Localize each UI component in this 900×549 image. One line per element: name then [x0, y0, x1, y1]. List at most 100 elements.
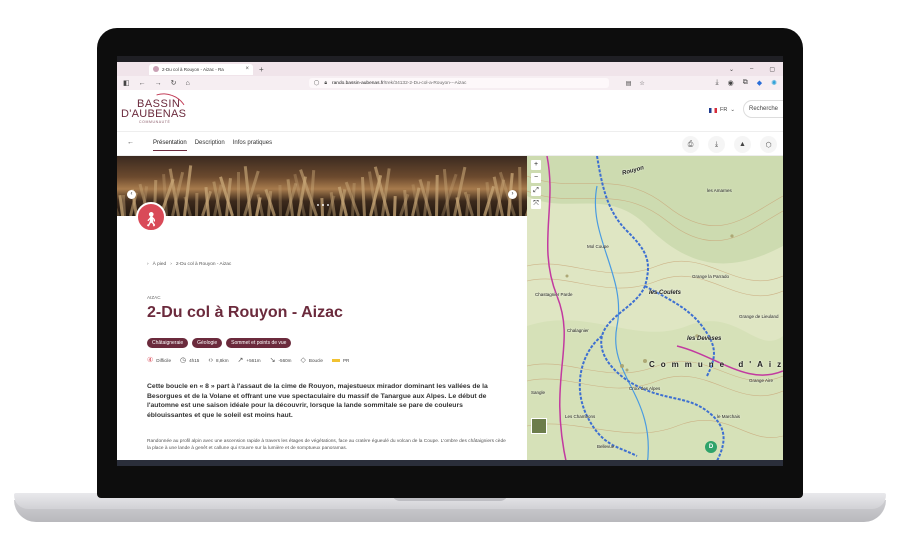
zoom-in-icon[interactable]: +	[531, 160, 541, 170]
download-icon[interactable]: ⤓	[708, 136, 725, 153]
stat-ascent: ↗ +561m	[237, 357, 261, 364]
shield-icon: ◯	[313, 80, 320, 86]
map-label-col-coupe: Mol Coupe	[587, 244, 609, 249]
language-label: FR	[720, 107, 728, 113]
laptop-screen: 2-Du col à Rouyon - Aizac - Ra × + ⌄ – ▢…	[117, 56, 783, 466]
hero-grass	[477, 188, 480, 216]
trek-map[interactable]: + − ⤢ ⤧ Rouyon les Amarnes Mol Coupe Cha…	[527, 156, 783, 466]
loop-icon: ◇	[300, 357, 306, 364]
os-taskbar	[117, 460, 783, 466]
logo-text-aubenas: D'AUBENAS	[121, 108, 187, 120]
map-label-chastagnier: Chastagnier Parde	[535, 292, 573, 297]
tab-close-icon[interactable]: ×	[245, 66, 249, 72]
hero-grass	[195, 192, 199, 216]
marking-icon	[331, 358, 340, 362]
tab-title: 2-Du col à Rouyon - Aizac - Ra	[162, 66, 224, 72]
map-start-marker[interactable]: D	[705, 441, 717, 453]
hero-grass	[435, 174, 439, 216]
browser-toolbar: ◧ ← → ↻ ⌂ ◯ 🔒︎ rando.bassin-aubenas.fr/t…	[117, 76, 783, 90]
reload-icon[interactable]: ↻	[171, 79, 177, 87]
map-label-deveses: les Devèses	[687, 336, 722, 342]
back-icon[interactable]: ←	[139, 80, 146, 87]
zoom-out-icon[interactable]: −	[531, 173, 541, 183]
map-label-bellevue: Bellevue	[597, 444, 615, 449]
logo-text-communaute: COMMUNAUTÉ	[139, 120, 171, 124]
ascent-icon: ↗	[237, 357, 244, 364]
breadcrumb-home[interactable]: À pied	[153, 262, 167, 267]
forward-icon[interactable]: →	[155, 80, 162, 87]
back-arrow-icon[interactable]: ←	[127, 139, 134, 146]
hero-grass	[518, 166, 522, 216]
reader-icon[interactable]: ▤	[626, 80, 632, 87]
browser-tab[interactable]: 2-Du col à Rouyon - Aizac - Ra ×	[149, 63, 253, 75]
stat-marking: PR	[331, 358, 349, 363]
site-logo[interactable]: BASSIN D'AUBENAS COMMUNAUTÉ	[121, 88, 191, 130]
breadcrumb: › À pied › 2-Du col à Rouyon - Aizac	[147, 262, 232, 267]
map-label-grange-aire: Grange Aire	[749, 378, 774, 383]
tab-description[interactable]: Description	[195, 140, 225, 151]
map-label-coulets: les Coulets	[649, 290, 682, 296]
fullscreen-icon[interactable]: ⤢	[531, 186, 541, 196]
address-bar[interactable]: ◯ 🔒︎ rando.bassin-aubenas.fr/trek/34132-…	[308, 78, 609, 88]
minimize-icon[interactable]: –	[750, 66, 753, 73]
menu-icon[interactable]: ✺	[771, 79, 777, 87]
carousel-prev-icon[interactable]: ‹	[127, 190, 136, 199]
warning-icon[interactable]: ▲	[734, 136, 751, 153]
breadcrumb-current: 2-Du col à Rouyon - Aizac	[175, 262, 232, 267]
reset-view-icon[interactable]: ⤧	[531, 199, 541, 209]
language-selector[interactable]: FR ⌄	[709, 107, 735, 113]
tag-geologie[interactable]: Géologie	[192, 338, 223, 348]
hero-grass	[278, 184, 282, 216]
descent-icon: ↘	[269, 357, 276, 364]
site-header: BASSIN D'AUBENAS COMMUNAUTÉ FR ⌄ Recherc…	[117, 88, 783, 132]
map-label-amarnes: les Amarnes	[707, 188, 732, 193]
map-label-sangle: Sangle	[531, 390, 546, 395]
extensions-icon[interactable]: ⧉	[743, 79, 748, 87]
addon-icon[interactable]: ◆	[757, 79, 762, 87]
trek-subnav: ← Présentation Description Infos pratiqu…	[117, 132, 783, 156]
carousel-next-icon[interactable]: ›	[508, 190, 517, 199]
maximize-icon[interactable]: ▢	[769, 66, 775, 73]
stat-loop: ◇ Boucle	[300, 357, 323, 364]
hero-grass	[320, 197, 324, 216]
map-controls: + − ⤢ ⤧	[531, 160, 541, 209]
print-icon[interactable]: ⎙	[682, 136, 699, 153]
carousel-dot[interactable]	[322, 204, 324, 206]
stat-duration: ◷ 4h15	[180, 357, 200, 364]
stat-descent: ↘ -560m	[269, 357, 292, 364]
home-icon[interactable]: ⌂	[186, 80, 190, 87]
carousel-dot[interactable]	[327, 204, 329, 206]
tab-infos-pratiques[interactable]: Infos pratiques	[233, 140, 272, 151]
trek-body: Randonnée au profil alpin avec une ascen…	[147, 439, 506, 452]
map-label-marchais: le Marchais	[717, 414, 741, 419]
share-icon[interactable]: ⬡	[760, 136, 777, 153]
sidebar-toggle-icon[interactable]: ◧	[123, 79, 130, 87]
stat-difficulty: ④ Difficile	[147, 357, 172, 364]
tab-list-icon[interactable]: ⌄	[729, 66, 734, 73]
tag-sommet[interactable]: Sommet et points de vue	[226, 338, 292, 348]
browser-tabbar: 2-Du col à Rouyon - Aizac - Ra × + ⌄ – ▢	[117, 62, 783, 76]
new-tab-icon[interactable]: +	[259, 65, 264, 74]
tag-list: Châtaigneraie Géologie Sommet et points …	[147, 338, 292, 348]
french-flag-icon	[709, 107, 717, 113]
search-button[interactable]: Recherche	[743, 100, 783, 118]
page-title: 2-Du col à Rouyon - Aizac	[147, 304, 343, 321]
tab-presentation[interactable]: Présentation	[153, 140, 187, 151]
map-label-chalagnier: Chalagnier	[567, 328, 589, 333]
bookmark-star-icon[interactable]: ☆	[639, 80, 644, 87]
tag-chataigneraie[interactable]: Châtaigneraie	[147, 338, 189, 348]
url-text: rando.bassin-aubenas.fr/trek/34132-2-Du-…	[332, 80, 467, 86]
search-label: Recherche	[749, 106, 779, 112]
hiking-icon: 🚶︎	[136, 202, 166, 232]
map-layer-switcher[interactable]	[531, 418, 547, 434]
distance-icon: ‹›	[208, 356, 214, 364]
carousel-dot[interactable]	[317, 204, 319, 206]
map-label-chambon: Les Chambons	[565, 414, 596, 419]
hero-grass	[121, 194, 126, 216]
trek-place: AIZAC	[147, 295, 161, 300]
downloads-icon[interactable]: ⤓	[716, 79, 719, 87]
lock-icon: 🔒︎	[324, 80, 328, 86]
map-label-commune: Commune d'Aiz	[649, 360, 783, 369]
map-label-croix: Croix des Alpes	[629, 386, 661, 391]
account-icon[interactable]: ◉	[728, 79, 734, 87]
